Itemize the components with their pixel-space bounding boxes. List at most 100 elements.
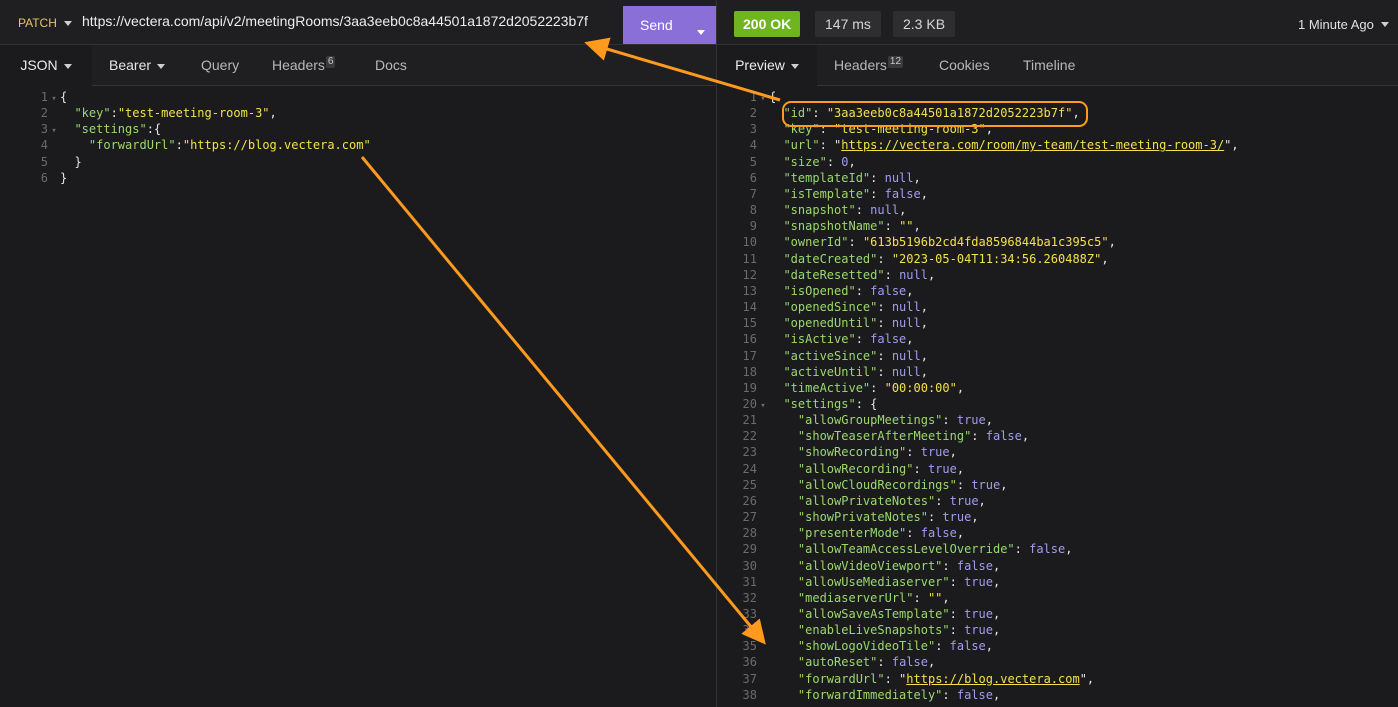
json-punctuation bbox=[769, 252, 783, 266]
request-tabs: JSON Bearer Query Headers 6 Docs bbox=[0, 45, 716, 86]
json-punctuation bbox=[60, 106, 74, 120]
json-punctuation: , bbox=[942, 590, 950, 605]
tab-docs[interactable]: Docs bbox=[375, 45, 407, 85]
json-literal: true bbox=[964, 574, 993, 589]
json-punctuation bbox=[769, 429, 798, 443]
tab-json[interactable]: JSON bbox=[0, 45, 92, 86]
tab-query[interactable]: Query bbox=[201, 45, 239, 85]
json-punctuation: : bbox=[826, 154, 842, 169]
line-number: 29 bbox=[742, 542, 757, 557]
response-body-line: 13 "isOpened": false, bbox=[727, 283, 1239, 299]
response-body-line: 10 "ownerId": "613b5196b2cd4fda8596844ba… bbox=[727, 234, 1239, 250]
json-punctuation: } bbox=[60, 170, 68, 185]
chevron-down-icon bbox=[63, 20, 72, 26]
chevron-down-icon bbox=[790, 63, 799, 69]
json-literal: null bbox=[891, 300, 921, 315]
tab-auth-bearer[interactable]: Bearer bbox=[109, 45, 166, 85]
json-punctuation bbox=[60, 138, 89, 152]
json-punctuation bbox=[769, 365, 783, 379]
pane-divider[interactable] bbox=[716, 0, 717, 707]
json-punctuation bbox=[769, 268, 783, 282]
response-body-line: 21 "allowGroupMeetings": true, bbox=[727, 412, 1239, 428]
json-punctuation: , bbox=[971, 510, 979, 525]
send-options-dropdown[interactable] bbox=[697, 23, 705, 38]
json-punctuation: : bbox=[906, 445, 921, 460]
response-body-line: 4 "url": "https://vectera.com/room/my-te… bbox=[727, 137, 1239, 153]
json-literal: null bbox=[891, 348, 921, 363]
json-literal: null bbox=[899, 267, 928, 282]
method-selector[interactable]: PATCH bbox=[18, 16, 72, 30]
json-key: "activeSince" bbox=[783, 348, 878, 363]
json-literal: false bbox=[1029, 542, 1066, 557]
json-key: "mediaserverUrl" bbox=[797, 590, 914, 605]
json-punctuation bbox=[769, 672, 798, 686]
response-time-badge: 147 ms bbox=[815, 11, 881, 37]
request-body-editor[interactable]: 1 ▾{2 "key":"test-meeting-room-3", 3 ▾ "set… bbox=[18, 89, 371, 186]
json-punctuation: : bbox=[877, 316, 892, 331]
tab-cookies[interactable]: Cookies bbox=[939, 45, 990, 85]
json-punctuation: , bbox=[1108, 235, 1116, 250]
json-punctuation: { bbox=[769, 90, 777, 104]
line-number: 13 bbox=[742, 283, 757, 298]
line-number: 22 bbox=[742, 429, 757, 444]
tab-response-headers[interactable]: Headers 12 bbox=[834, 45, 904, 85]
json-string: "613b5196b2cd4fda8596844ba1c395c5" bbox=[862, 235, 1109, 250]
response-size-badge: 2.3 KB bbox=[893, 11, 956, 37]
json-literal: false bbox=[870, 332, 907, 347]
json-punctuation: : bbox=[913, 590, 928, 605]
json-punctuation: , bbox=[956, 380, 965, 395]
send-button[interactable]: Send bbox=[623, 6, 716, 44]
json-punctuation: : bbox=[877, 364, 892, 379]
chevron-down-icon bbox=[157, 63, 166, 69]
line-number: 20 bbox=[742, 396, 757, 411]
response-tabs: Preview Headers 12 Cookies Timeline bbox=[717, 45, 1398, 86]
tab-headers[interactable]: Headers 6 bbox=[272, 45, 336, 85]
json-punctuation bbox=[769, 155, 783, 169]
json-punctuation: : bbox=[884, 267, 900, 282]
json-punctuation bbox=[769, 122, 783, 136]
json-key: "showPrivateNotes" bbox=[797, 510, 928, 525]
json-key: "autoReset" bbox=[797, 655, 878, 670]
response-body-line: 24 "allowRecording": true, bbox=[727, 461, 1239, 477]
json-key: "allowCloudRecordings" bbox=[797, 477, 957, 492]
history-dropdown[interactable]: 1 Minute Ago bbox=[1298, 17, 1389, 32]
line-number: 14 bbox=[742, 300, 757, 315]
json-punctuation bbox=[769, 494, 798, 508]
tab-preview[interactable]: Preview bbox=[717, 45, 817, 86]
json-punctuation: { bbox=[60, 90, 68, 104]
json-key: "allowRecording" bbox=[797, 461, 914, 476]
json-key: "ownerId" bbox=[783, 235, 849, 250]
line-number: 28 bbox=[742, 526, 757, 541]
json-punctuation: , bbox=[956, 461, 965, 476]
history-label: 1 Minute Ago bbox=[1298, 17, 1374, 32]
json-punctuation: , bbox=[906, 283, 914, 298]
line-number: 35 bbox=[742, 639, 757, 654]
json-punctuation bbox=[769, 300, 783, 314]
line-number: 1 bbox=[749, 90, 757, 104]
json-punctuation bbox=[769, 381, 783, 395]
json-punctuation: : bbox=[949, 574, 965, 589]
json-literal: false bbox=[985, 429, 1022, 444]
json-key: "openedSince" bbox=[783, 300, 878, 315]
json-key: "dateResetted" bbox=[783, 267, 885, 282]
json-punctuation: : bbox=[949, 607, 965, 621]
line-number: 10 bbox=[742, 235, 757, 250]
response-body-line: 11 "dateCreated": "2023-05-04T11:34:56.2… bbox=[727, 251, 1239, 267]
json-key: "forwardImmediately" bbox=[797, 687, 943, 702]
url-input[interactable] bbox=[82, 13, 618, 29]
tab-timeline[interactable]: Timeline bbox=[1023, 45, 1075, 85]
json-string: "https://blog.vectera.com" bbox=[182, 138, 371, 153]
json-key: "showTeaserAfterMeeting" bbox=[797, 429, 972, 444]
response-body-line: 16 "isActive": false, bbox=[727, 331, 1239, 347]
json-punctuation: , bbox=[992, 687, 1001, 702]
json-string: "" bbox=[899, 219, 914, 234]
json-literal: true bbox=[927, 461, 957, 476]
json-link[interactable]: https://vectera.com/room/my-team/test-me… bbox=[841, 138, 1224, 152]
json-link[interactable]: https://blog.vectera.com bbox=[906, 672, 1079, 686]
json-key: "snapshot" bbox=[783, 203, 856, 218]
json-punctuation: : bbox=[175, 138, 183, 153]
json-punctuation: , bbox=[913, 219, 921, 234]
json-punctuation: : bbox=[1014, 542, 1030, 557]
response-body-line: 25 "allowCloudRecordings": true, bbox=[727, 477, 1239, 493]
response-body-line: 6 "templateId": null, bbox=[727, 170, 1239, 186]
